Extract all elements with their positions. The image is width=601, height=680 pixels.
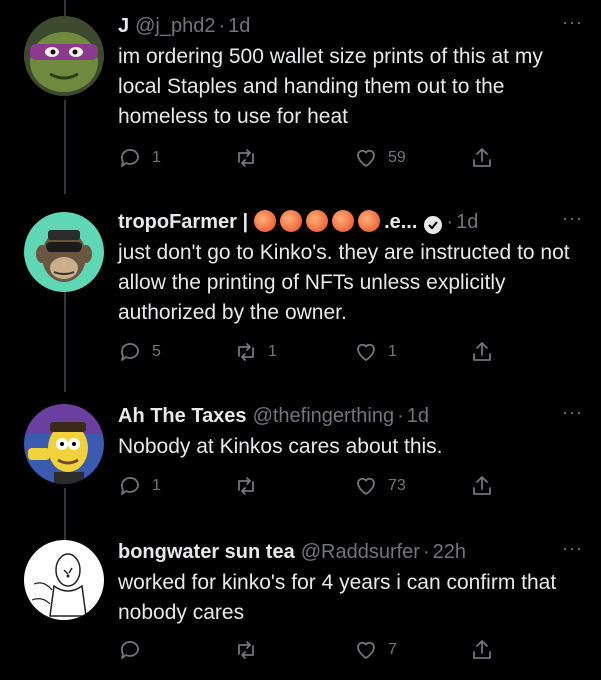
separator-dot: · xyxy=(397,404,404,427)
tweet-header: tropoFarmer | .e... · 1d xyxy=(118,206,587,238)
timestamp[interactable]: 22h xyxy=(433,541,466,564)
heart-icon xyxy=(357,641,375,659)
display-name[interactable]: Ah The Taxes xyxy=(118,405,247,428)
share-button[interactable] xyxy=(470,340,494,364)
tweet[interactable]: bongwater sun tea @Raddsurfer · 22h ··· … xyxy=(0,528,601,680)
separator-dot: · xyxy=(446,210,454,233)
more-options-icon[interactable]: ··· xyxy=(562,10,583,34)
share-icon xyxy=(473,640,491,659)
reply-count: 1 xyxy=(152,477,161,494)
timestamp[interactable]: 1d xyxy=(456,211,478,234)
tweet[interactable]: Ah The Taxes @thefingerthing · 1d ··· No… xyxy=(0,392,601,522)
like-count: 7 xyxy=(388,641,397,658)
peach-emoji-icon xyxy=(306,210,329,232)
reply-button[interactable] xyxy=(118,638,152,662)
peach-emoji-icon xyxy=(254,210,277,232)
tweet[interactable]: tropoFarmer | .e... · 1d ··· just don't … xyxy=(0,196,601,390)
user-handle[interactable]: @j_phd2 xyxy=(135,15,215,38)
reply-icon xyxy=(120,149,139,167)
retweet-icon xyxy=(238,149,254,167)
retweet-icon xyxy=(238,343,254,361)
user-handle[interactable]: @thefingerthing xyxy=(253,405,395,428)
retweet-button[interactable]: 1 xyxy=(234,340,277,364)
ninja-turtle-avatar-icon xyxy=(24,16,104,96)
emoji-group xyxy=(254,208,384,236)
separator-dot: · xyxy=(422,540,430,563)
peach-emoji-icon xyxy=(332,210,355,232)
like-button[interactable]: 7 xyxy=(354,638,397,662)
sketch-drawing-avatar-icon xyxy=(24,540,104,620)
more-options-icon[interactable]: ··· xyxy=(562,400,583,424)
display-name[interactable]: J xyxy=(118,15,129,38)
like-count: 73 xyxy=(388,477,406,494)
timestamp[interactable]: 1d xyxy=(228,15,250,38)
display-name-suffix[interactable]: .e... xyxy=(384,211,417,234)
retweet-button[interactable] xyxy=(234,638,268,662)
heart-icon xyxy=(357,343,375,361)
retweet-button[interactable] xyxy=(234,146,268,170)
avatar[interactable] xyxy=(24,16,104,96)
more-options-icon[interactable]: ··· xyxy=(562,536,583,560)
tweet-header: J @j_phd2 · 1d xyxy=(118,10,587,42)
like-button[interactable]: 73 xyxy=(354,474,406,498)
tweet[interactable]: J @j_phd2 · 1d ··· im ordering 500 walle… xyxy=(0,0,601,190)
share-button[interactable] xyxy=(470,638,494,662)
display-name[interactable]: tropoFarmer | xyxy=(118,211,248,234)
user-handle[interactable]: @Raddsurfer xyxy=(301,541,420,564)
verified-badge-icon xyxy=(424,216,443,234)
avatar[interactable] xyxy=(24,212,104,292)
like-button[interactable]: 1 xyxy=(354,340,397,364)
retweet-button[interactable] xyxy=(234,474,268,498)
tweet-text: Nobody at Kinkos cares about this. xyxy=(118,435,443,458)
cartoon-character-avatar-icon xyxy=(24,404,104,484)
tweet-text: just don't go to Kinko's. they are instr… xyxy=(118,241,570,324)
peach-emoji-icon xyxy=(358,210,381,232)
reply-button[interactable]: 5 xyxy=(118,340,161,364)
share-button[interactable] xyxy=(470,146,494,170)
retweet-icon xyxy=(238,477,254,495)
tweet-header: bongwater sun tea @Raddsurfer · 22h xyxy=(118,536,587,568)
tweet-text: im ordering 500 wallet size prints of th… xyxy=(118,45,543,128)
reply-count: 5 xyxy=(152,343,161,360)
reply-button[interactable]: 1 xyxy=(118,474,161,498)
retweet-count: 1 xyxy=(268,343,277,360)
reply-button[interactable]: 1 xyxy=(118,146,161,170)
avatar[interactable] xyxy=(24,540,104,620)
reply-count: 1 xyxy=(152,149,161,166)
heart-icon xyxy=(357,149,375,167)
reply-icon xyxy=(120,641,139,659)
retweet-icon xyxy=(238,641,254,659)
reply-icon xyxy=(120,343,139,361)
share-icon xyxy=(473,148,491,167)
like-count: 59 xyxy=(388,149,406,166)
timestamp[interactable]: 1d xyxy=(407,405,429,428)
share-icon xyxy=(473,476,491,495)
more-options-icon[interactable]: ··· xyxy=(562,206,583,230)
display-name[interactable]: bongwater sun tea xyxy=(118,541,295,564)
tweet-text: worked for kinko's for 4 years i can con… xyxy=(118,571,557,624)
peach-emoji-icon xyxy=(280,210,303,232)
heart-icon xyxy=(357,477,375,495)
bored-ape-avatar-icon xyxy=(24,212,104,292)
share-button[interactable] xyxy=(470,474,494,498)
reply-icon xyxy=(120,477,139,495)
like-button[interactable]: 59 xyxy=(354,146,406,170)
avatar[interactable] xyxy=(24,404,104,484)
tweet-header: Ah The Taxes @thefingerthing · 1d xyxy=(118,400,587,432)
share-icon xyxy=(473,342,491,361)
like-count: 1 xyxy=(388,343,397,360)
separator-dot: · xyxy=(218,14,226,37)
